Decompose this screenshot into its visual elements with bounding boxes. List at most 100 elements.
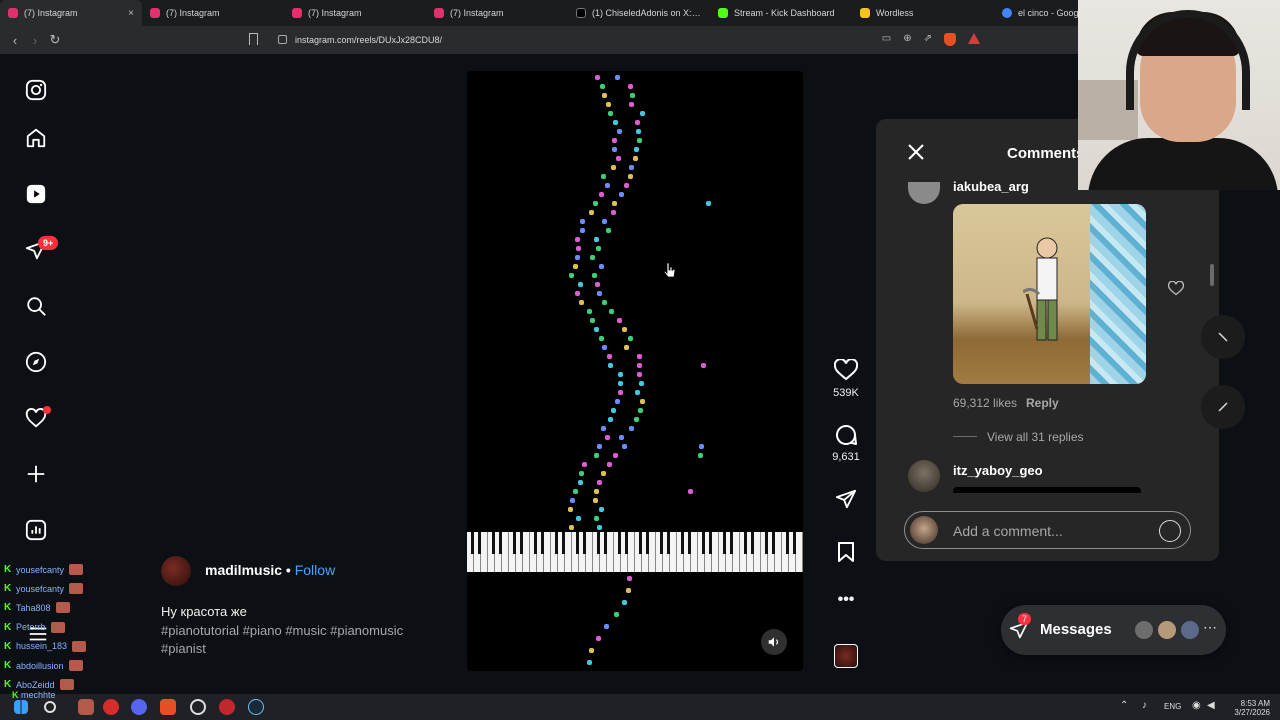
tab-close-icon[interactable]: × (128, 8, 134, 19)
microphone-icon[interactable]: ♪ (1142, 700, 1147, 711)
follow-button[interactable]: Follow (295, 562, 335, 578)
scrollbar-thumb[interactable] (1210, 264, 1214, 286)
tab-x[interactable]: (1) ChiseledAdonis on X: "Wha (568, 0, 710, 26)
audio-thumbnail[interactable] (826, 644, 866, 668)
search-icon[interactable] (44, 701, 56, 713)
reel-username[interactable]: madilmusic (205, 562, 282, 578)
reply-button[interactable]: Reply (1026, 396, 1059, 410)
forward-icon[interactable]: › (25, 33, 45, 48)
tab-instagram-1[interactable]: (7) Instagram × (0, 0, 142, 26)
tab-wordless[interactable]: Wordless (852, 0, 994, 26)
reel-video-player[interactable] (467, 71, 803, 671)
avatar[interactable] (161, 556, 191, 586)
caption-hashtags[interactable]: #pianotutorial #piano #music #pianomusic… (161, 622, 451, 658)
falling-note (608, 417, 614, 422)
notification-badge: 9+ (38, 236, 59, 250)
falling-note (606, 462, 612, 467)
clock[interactable]: 8:53 AM 3/27/2026 (1234, 699, 1270, 717)
comment-likes[interactable]: 69,312 likes (953, 396, 1017, 410)
add-comment-field[interactable]: Add a comment... (904, 511, 1191, 549)
wordless-favicon-icon (860, 8, 870, 18)
brave-browser-icon[interactable] (160, 699, 176, 715)
instagram-logo-icon[interactable] (22, 76, 50, 104)
network-icon[interactable]: ◉ (1192, 700, 1201, 711)
tray-chevron-icon[interactable]: ⌃ (1120, 700, 1128, 711)
explore-icon[interactable] (22, 348, 50, 376)
avatar[interactable] (908, 460, 940, 492)
share-icon[interactable]: ⇗ (924, 33, 932, 46)
reels-icon[interactable] (22, 180, 50, 208)
create-plus-icon[interactable] (22, 460, 50, 488)
discord-icon[interactable] (131, 699, 147, 715)
record-app-icon[interactable] (103, 699, 119, 715)
media-player-icon[interactable] (219, 699, 235, 715)
falling-note (598, 507, 604, 512)
reload-icon[interactable]: ↻ (45, 32, 65, 48)
tab-instagram-4[interactable]: (7) Instagram (426, 0, 568, 26)
kick-icon: K (4, 640, 12, 652)
falling-note (594, 282, 600, 287)
falling-note (637, 408, 643, 413)
zoom-icon[interactable]: ⊕ (903, 33, 911, 46)
chat-username: yousefcanty (16, 583, 65, 594)
comments-title: Comments (1007, 145, 1085, 162)
like-button[interactable]: 539K (826, 359, 866, 399)
steam-icon[interactable] (248, 699, 264, 715)
falling-note (634, 390, 640, 395)
instagram-favicon-icon (8, 8, 18, 18)
falling-note (600, 84, 606, 89)
install-app-icon[interactable]: ▭ (882, 33, 891, 46)
comment-like-icon[interactable] (1167, 280, 1185, 301)
search-icon[interactable] (22, 292, 50, 320)
bookmark-page-icon[interactable] (249, 33, 258, 45)
share-button[interactable] (826, 488, 866, 510)
tab-kick[interactable]: Stream - Kick Dashboard (710, 0, 852, 26)
volume-tray-icon[interactable]: ◀ (1207, 700, 1215, 711)
site-info-icon[interactable] (278, 35, 287, 44)
comment-username[interactable]: itz_yaboy_geo (953, 463, 1043, 478)
brave-rewards-icon[interactable] (968, 33, 980, 44)
emoji-icon[interactable] (1159, 520, 1181, 542)
arrow-up-icon (1218, 332, 1228, 342)
chat-line: K Taha808 (4, 598, 96, 617)
tab-label: (1) ChiseledAdonis on X: "Wha (592, 8, 702, 18)
dashboard-icon[interactable] (22, 516, 50, 544)
falling-note (628, 336, 634, 341)
back-icon[interactable]: ‹ (5, 33, 25, 48)
more-options-icon[interactable]: ••• (826, 591, 866, 609)
falling-note (706, 201, 712, 206)
comment-username[interactable]: iakubea_arg (953, 179, 1029, 194)
falling-note (639, 381, 645, 386)
webcam-person-shirt (1088, 138, 1278, 190)
home-icon[interactable] (22, 124, 50, 152)
falling-note (590, 255, 596, 260)
comment-media-clipped (953, 487, 1141, 493)
obs-icon[interactable] (190, 699, 206, 715)
falling-note (621, 327, 627, 332)
previous-reel-button[interactable] (1201, 315, 1245, 359)
tab-instagram-2[interactable]: (7) Instagram (142, 0, 284, 26)
tab-label: Stream - Kick Dashboard (734, 8, 835, 18)
avatar[interactable] (908, 182, 940, 204)
messages-button[interactable]: 7 Messages ⋯ (1001, 605, 1226, 655)
comment-button[interactable]: 9,631 (826, 423, 866, 463)
gif-diamond-wall (1090, 204, 1146, 384)
brave-shields-icon[interactable] (944, 33, 956, 46)
windows-start-icon[interactable] (14, 700, 28, 714)
app-thumbnail-icon[interactable] (78, 699, 94, 715)
falling-note (593, 498, 599, 503)
tab-instagram-3[interactable]: (7) Instagram (284, 0, 426, 26)
falling-note (575, 255, 581, 260)
close-icon[interactable] (907, 143, 925, 166)
chat-line: Khussein_183 (4, 637, 96, 656)
notification-dot (43, 406, 51, 414)
volume-icon[interactable] (761, 629, 787, 655)
falling-note (637, 363, 643, 368)
save-button[interactable] (826, 541, 866, 563)
heart-icon (834, 359, 858, 381)
falling-note (579, 471, 585, 476)
language-indicator[interactable]: ENG (1164, 702, 1181, 711)
view-replies-button[interactable]: View all 31 replies (987, 430, 1084, 444)
falling-note (594, 489, 600, 494)
next-reel-button[interactable] (1201, 385, 1245, 429)
